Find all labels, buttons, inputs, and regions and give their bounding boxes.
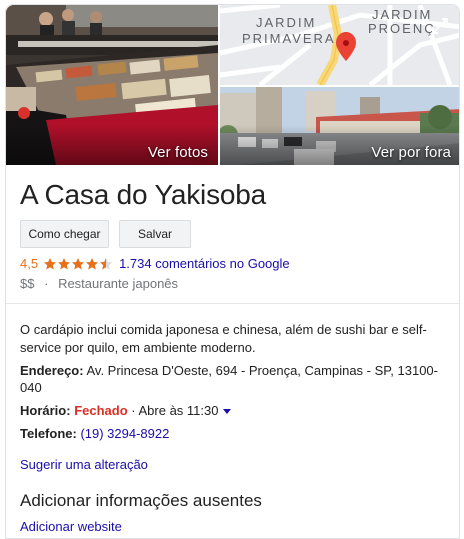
hours-dropdown[interactable]: · Abre às 11:30 bbox=[131, 403, 231, 418]
address-row: Endereço: Av. Princesa D'Oeste, 694 - Pr… bbox=[20, 362, 450, 396]
star-icon bbox=[72, 257, 85, 269]
see-photos-label: Ver fotos bbox=[147, 144, 208, 161]
place-category: Restaurante japonês bbox=[58, 276, 179, 291]
hours-next-open: · Abre às 11:30 bbox=[131, 403, 219, 418]
map-label: PRIMAVERA bbox=[242, 31, 336, 46]
address-label: Endereço: bbox=[20, 363, 84, 378]
add-website-link[interactable]: Adicionar website bbox=[20, 519, 122, 534]
place-title: A Casa do Yakisoba bbox=[20, 179, 266, 210]
map-graphic: JARDIM PRIMAVERA JARDIM PROENÇ bbox=[220, 5, 459, 85]
rating-value: 4,5 bbox=[20, 256, 39, 271]
price-level: $$ bbox=[20, 276, 35, 291]
star-rating bbox=[43, 257, 113, 271]
place-description: O cardápio inclui comida japonesa e chin… bbox=[20, 322, 427, 355]
directions-button[interactable]: Como chegar bbox=[20, 220, 109, 248]
see-outside-tile[interactable]: Ver por fora bbox=[220, 87, 459, 165]
photo-strip: Ver fotos JARDIM PRIMAVERA JARDIM PROENÇ bbox=[6, 5, 459, 165]
knowledge-panel: Ver fotos JARDIM PRIMAVERA JARDIM PROENÇ bbox=[5, 4, 460, 539]
map-label: JARDIM bbox=[256, 15, 316, 30]
rating-row: 4,5 1.734 comentários no Google bbox=[20, 256, 290, 271]
see-outside-label: Ver por fora bbox=[371, 144, 451, 161]
hours-label: Horário: bbox=[20, 403, 71, 418]
expand-icon bbox=[432, 18, 448, 34]
expand-map-button[interactable] bbox=[427, 13, 453, 39]
separator-dot: · bbox=[44, 276, 49, 291]
star-icon bbox=[58, 257, 71, 269]
star-icon bbox=[86, 257, 99, 269]
missing-info-heading: Adicionar informações ausentes bbox=[20, 491, 262, 510]
hours-row: Horário: Fechado · Abre às 11:30 bbox=[20, 402, 450, 419]
phone-link[interactable]: (19) 3294-8922 bbox=[80, 426, 169, 441]
category-row: $$ · Restaurante japonês bbox=[20, 276, 184, 291]
reviews-link[interactable]: 1.734 comentários no Google bbox=[119, 256, 290, 271]
map-label: JARDIM bbox=[372, 7, 432, 22]
save-button[interactable]: Salvar bbox=[119, 220, 191, 248]
hours-status: Fechado bbox=[74, 403, 128, 418]
phone-row: Telefone: (19) 3294-8922 bbox=[20, 425, 450, 442]
map-thumbnail[interactable]: JARDIM PRIMAVERA JARDIM PROENÇ bbox=[220, 5, 459, 85]
half-star-icon bbox=[100, 257, 113, 269]
chevron-down-icon bbox=[222, 409, 231, 415]
phone-label: Telefone: bbox=[20, 426, 77, 441]
star-icon bbox=[44, 257, 57, 269]
see-photos-tile[interactable]: Ver fotos bbox=[6, 5, 218, 165]
suggest-edit-link[interactable]: Sugerir uma alteração bbox=[20, 457, 148, 472]
section-divider bbox=[6, 303, 459, 304]
map-label: PROENÇ bbox=[368, 21, 436, 36]
